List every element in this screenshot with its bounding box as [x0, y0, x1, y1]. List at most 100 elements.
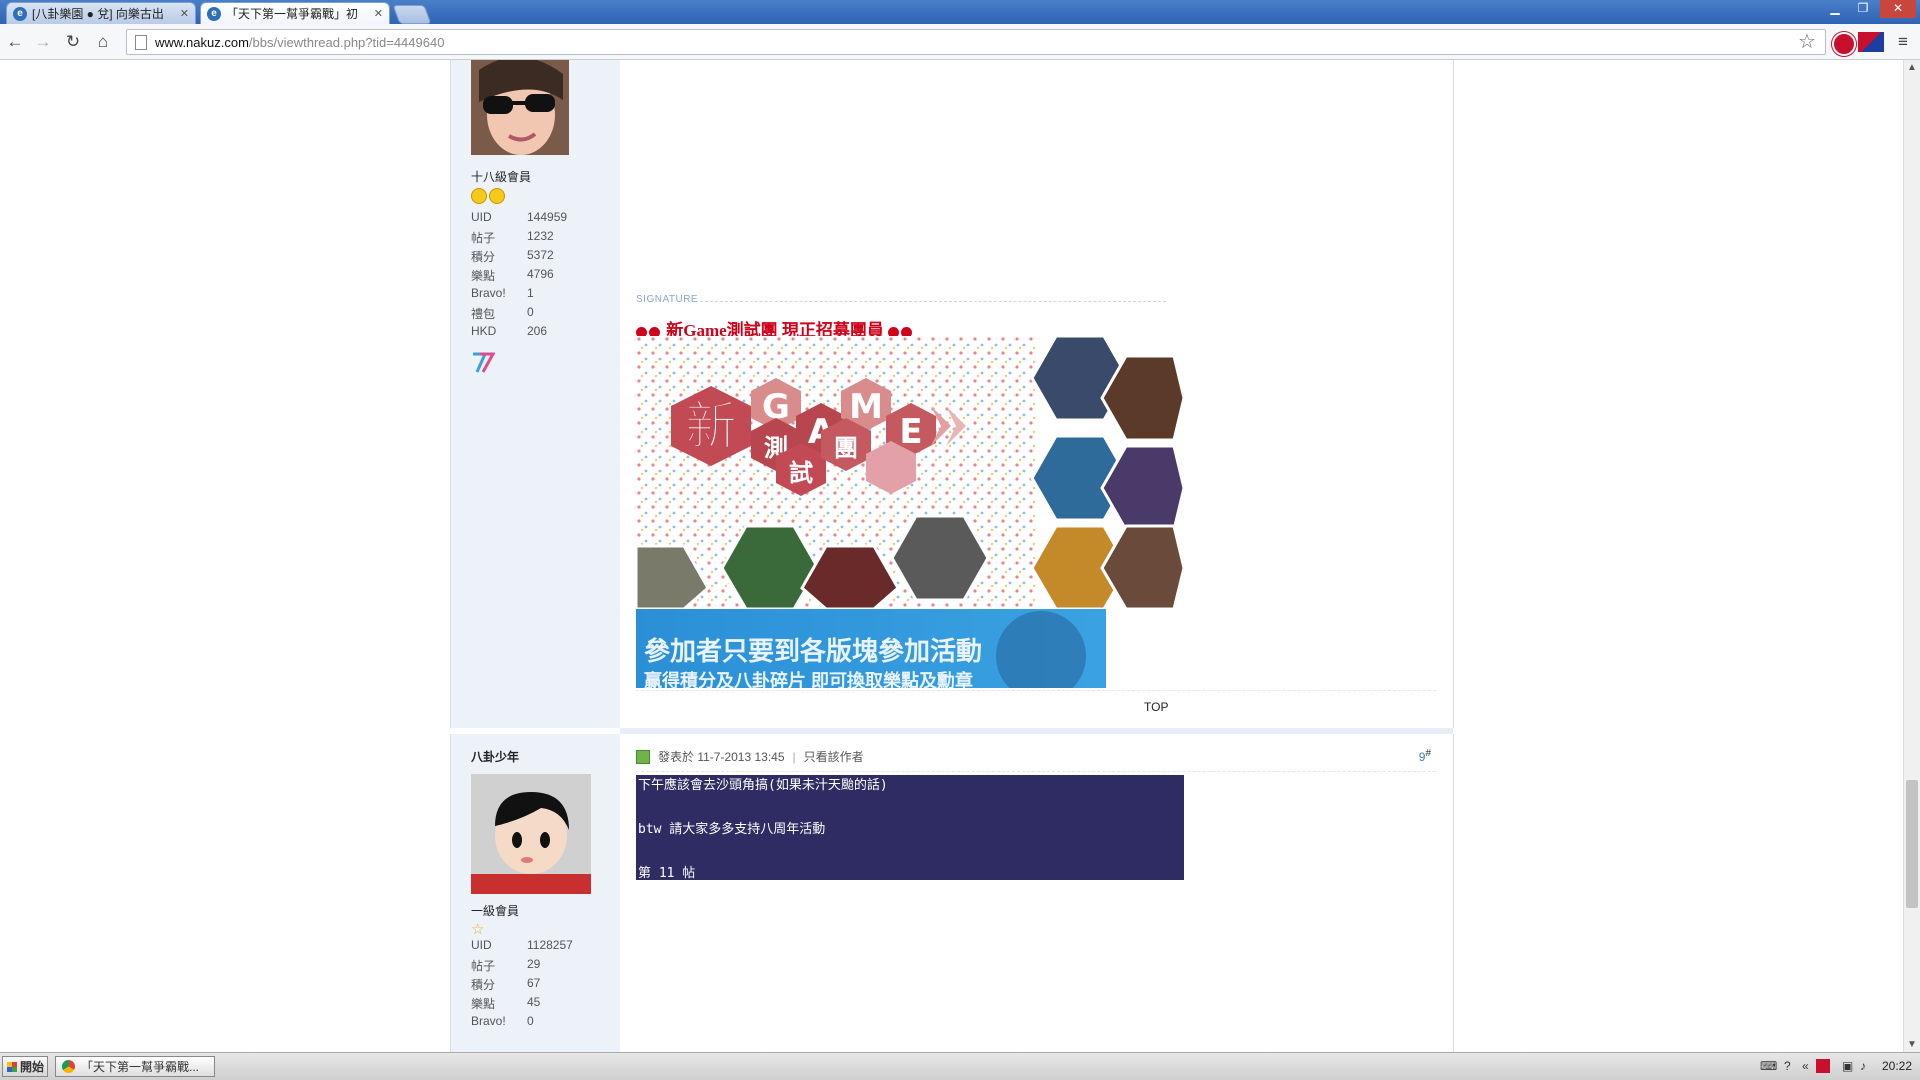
stat-row: UID 144959 — [471, 210, 568, 224]
tab-close-icon[interactable]: ✕ — [374, 7, 383, 20]
scroll-up-icon[interactable]: ▲ — [1907, 62, 1917, 73]
menu-icon[interactable]: ≡ — [1892, 31, 1914, 53]
taskbar-clock[interactable]: 20:22 — [1882, 1059, 1912, 1073]
taskbar-window-title: 「天下第一幫爭霸戰... — [81, 1060, 200, 1074]
post-message: 下午應該會去沙頭角搞(如果未汁天颱的話) btw 請大家多多支持八周年活動 第 … — [636, 775, 1184, 881]
stat-row: 樂點 45 — [471, 995, 541, 1011]
back-icon[interactable]: ← — [4, 31, 26, 53]
post-user-icon — [636, 749, 650, 764]
banner-activity-line1: 參加者只要到各版塊參加活動 — [644, 636, 983, 666]
page-viewport: 十八級會員 UID 144959 帖子 1232 積分 5372 樂點 4796 Bra… — [0, 60, 1903, 1052]
stat-row: 禮包 0 — [471, 305, 534, 321]
post-divider — [636, 690, 1436, 691]
banner-char: M — [849, 387, 883, 427]
stat-row: 帖子 29 — [471, 957, 541, 973]
banner-char: 團 — [834, 434, 858, 462]
reload-icon[interactable]: ↻ — [62, 31, 84, 53]
page-scrollbar[interactable]: ▲ ▼ — [1903, 60, 1920, 1052]
url-host: www.nakuz.com — [155, 34, 249, 50]
author-sidebar: 十八級會員 UID 144959 帖子 1232 積分 5372 樂點 4796 Bra… — [450, 60, 621, 728]
site-favicon-icon: e — [207, 6, 221, 21]
restore-icon[interactable]: ❐ — [1850, 0, 1876, 18]
scroll-down-icon[interactable]: ▼ — [1907, 1039, 1917, 1050]
extension-tv-icon[interactable] — [1858, 32, 1884, 52]
rank-emoji-icon — [471, 188, 507, 207]
banner-char: E — [899, 412, 922, 452]
post-meta: 發表於 11-7-2013 13:45 | 只看該作者 — [636, 748, 864, 765]
stat-row: 積分 5372 — [471, 248, 554, 264]
author-only-link[interactable]: 只看該作者 — [804, 748, 864, 765]
rank-star-icon: ☆ — [471, 921, 485, 938]
tray-volume-icon[interactable]: ♪ — [1860, 1059, 1866, 1073]
home-icon[interactable]: ⌂ — [92, 31, 114, 53]
browser-toolbar: ← → ↻ ⌂ www.nakuz.com/bbs/viewthread.php… — [0, 24, 1920, 60]
star-icon[interactable]: ☆ — [1798, 29, 1816, 54]
start-label: 開始 — [20, 1060, 45, 1074]
stat-row: 帖子 1232 — [471, 229, 554, 245]
site-favicon-icon: e — [13, 6, 27, 21]
post-content: 發表於 11-7-2013 13:45 | 只看該作者 9# 下午應該會去沙頭角… — [620, 734, 1454, 1052]
start-button[interactable]: 開始 — [2, 1056, 48, 1077]
author-username[interactable]: 八卦少年 — [471, 748, 519, 765]
top-link[interactable]: TOP — [1144, 700, 1168, 714]
scrollbar-thumb[interactable] — [1906, 780, 1918, 908]
message-line: 第 11 帖 — [638, 866, 696, 881]
forward-icon[interactable]: → — [32, 31, 54, 53]
message-line: btw 請大家多多支持八周年活動 — [638, 822, 826, 837]
signature-banner-image[interactable]: 新 G A M E 測 試 — [636, 336, 1184, 609]
minimize-icon[interactable]: ▁ — [1822, 0, 1848, 18]
user-rank: 十八級會員 — [471, 170, 532, 184]
tray-keyboard-icon[interactable]: ⌨ — [1760, 1059, 1777, 1073]
close-window-icon[interactable]: ✕ — [1880, 0, 1916, 18]
tab-1[interactable]: e 「天下第一幫爭霸戰」初 ✕ — [200, 2, 390, 24]
banner-logo-icon — [996, 611, 1086, 688]
chrome-icon — [62, 1060, 75, 1073]
author-sidebar: 八卦少年 一級會員 ☆ UID 1128257 帖子 29 積分 67 樂點 45 — [450, 734, 621, 1052]
tab-title: 「天下第一幫爭霸戰」初 — [226, 7, 359, 21]
stat-row: UID 1128257 — [471, 938, 573, 952]
extension-opera-icon[interactable] — [1832, 32, 1856, 56]
stat-row: 樂點 4796 — [471, 267, 554, 283]
tray-network-icon[interactable]: ▣ — [1842, 1059, 1853, 1073]
message-line — [638, 841, 1182, 863]
floor-number[interactable]: 9# — [1419, 748, 1431, 764]
banner-activity-line2: 赢得積分及八卦碎片 即可換取樂點及勳章 — [644, 671, 973, 688]
banner-char: 新 — [685, 397, 737, 457]
tray-help-icon[interactable]: ? — [1784, 1059, 1791, 1073]
banner-char: 試 — [789, 459, 813, 487]
meta-divider — [636, 771, 1436, 772]
post-date: 發表於 11-7-2013 13:45 — [658, 750, 785, 764]
user-rank: 一級會員 — [471, 904, 520, 918]
page-icon — [135, 34, 147, 50]
stat-row: Bravo! 0 — [471, 1014, 534, 1028]
stat-row: Bravo! 1 — [471, 286, 534, 300]
windows-logo-icon — [7, 1061, 17, 1072]
signature-banner-activity[interactable]: 參加者只要到各版塊參加活動 赢得積分及八卦碎片 即可換取樂點及勳章 — [636, 609, 1106, 688]
tab-close-icon[interactable]: ✕ — [180, 7, 189, 20]
meta-separator: | — [792, 749, 796, 764]
taskbar: 開始 「天下第一幫爭霸戰... ⌨ ? « ▣ ♪ 20:22 — [0, 1052, 1920, 1080]
medal-icon[interactable] — [471, 350, 496, 377]
post-1: 十八級會員 UID 144959 帖子 1232 積分 5372 樂點 4796 Bra… — [450, 60, 1454, 728]
tray-expand-icon[interactable]: « — [1802, 1059, 1809, 1073]
tab-strip: e [八卦樂園 ● 兌] 向樂古出 ✕ e 「天下第一幫爭霸戰」初 ✕ ▁ ❐ … — [0, 0, 1920, 24]
avatar[interactable] — [471, 774, 591, 894]
message-line: 下午應該會去沙頭角搞(如果未汁天颱的話) — [638, 778, 888, 793]
tab-0[interactable]: e [八卦樂園 ● 兌] 向樂古出 ✕ — [6, 2, 196, 24]
user-stats: UID 144959 帖子 1232 積分 5372 樂點 4796 Bravo! 1 禮… — [471, 210, 567, 343]
tray-app-icon[interactable] — [1816, 1059, 1830, 1073]
signature-divider — [700, 301, 1166, 302]
address-bar[interactable]: www.nakuz.com/bbs/viewthread.php?tid=444… — [126, 29, 1826, 55]
message-line — [638, 797, 1182, 819]
stat-row: HKD 206 — [471, 324, 548, 338]
post-2: 八卦少年 一級會員 ☆ UID 1128257 帖子 29 積分 67 樂點 45 — [450, 734, 1454, 1052]
url-path: /bbs/viewthread.php?tid=4449640 — [248, 34, 445, 50]
signature-label: SIGNATURE — [636, 294, 699, 305]
new-tab-button[interactable] — [392, 5, 432, 24]
taskbar-window-button[interactable]: 「天下第一幫爭霸戰... — [55, 1056, 215, 1077]
stat-row: 積分 67 — [471, 976, 541, 992]
tab-title: [八卦樂園 ● 兌] 向樂古出 — [32, 7, 164, 21]
avatar[interactable] — [471, 60, 569, 155]
post-content: SIGNATURE 新Game測試團 現正招募團員 新 G M E 測 試 團 … — [620, 60, 1454, 728]
user-stats: UID 1128257 帖子 29 積分 67 樂點 45 Bravo! 0 — [471, 938, 573, 1033]
